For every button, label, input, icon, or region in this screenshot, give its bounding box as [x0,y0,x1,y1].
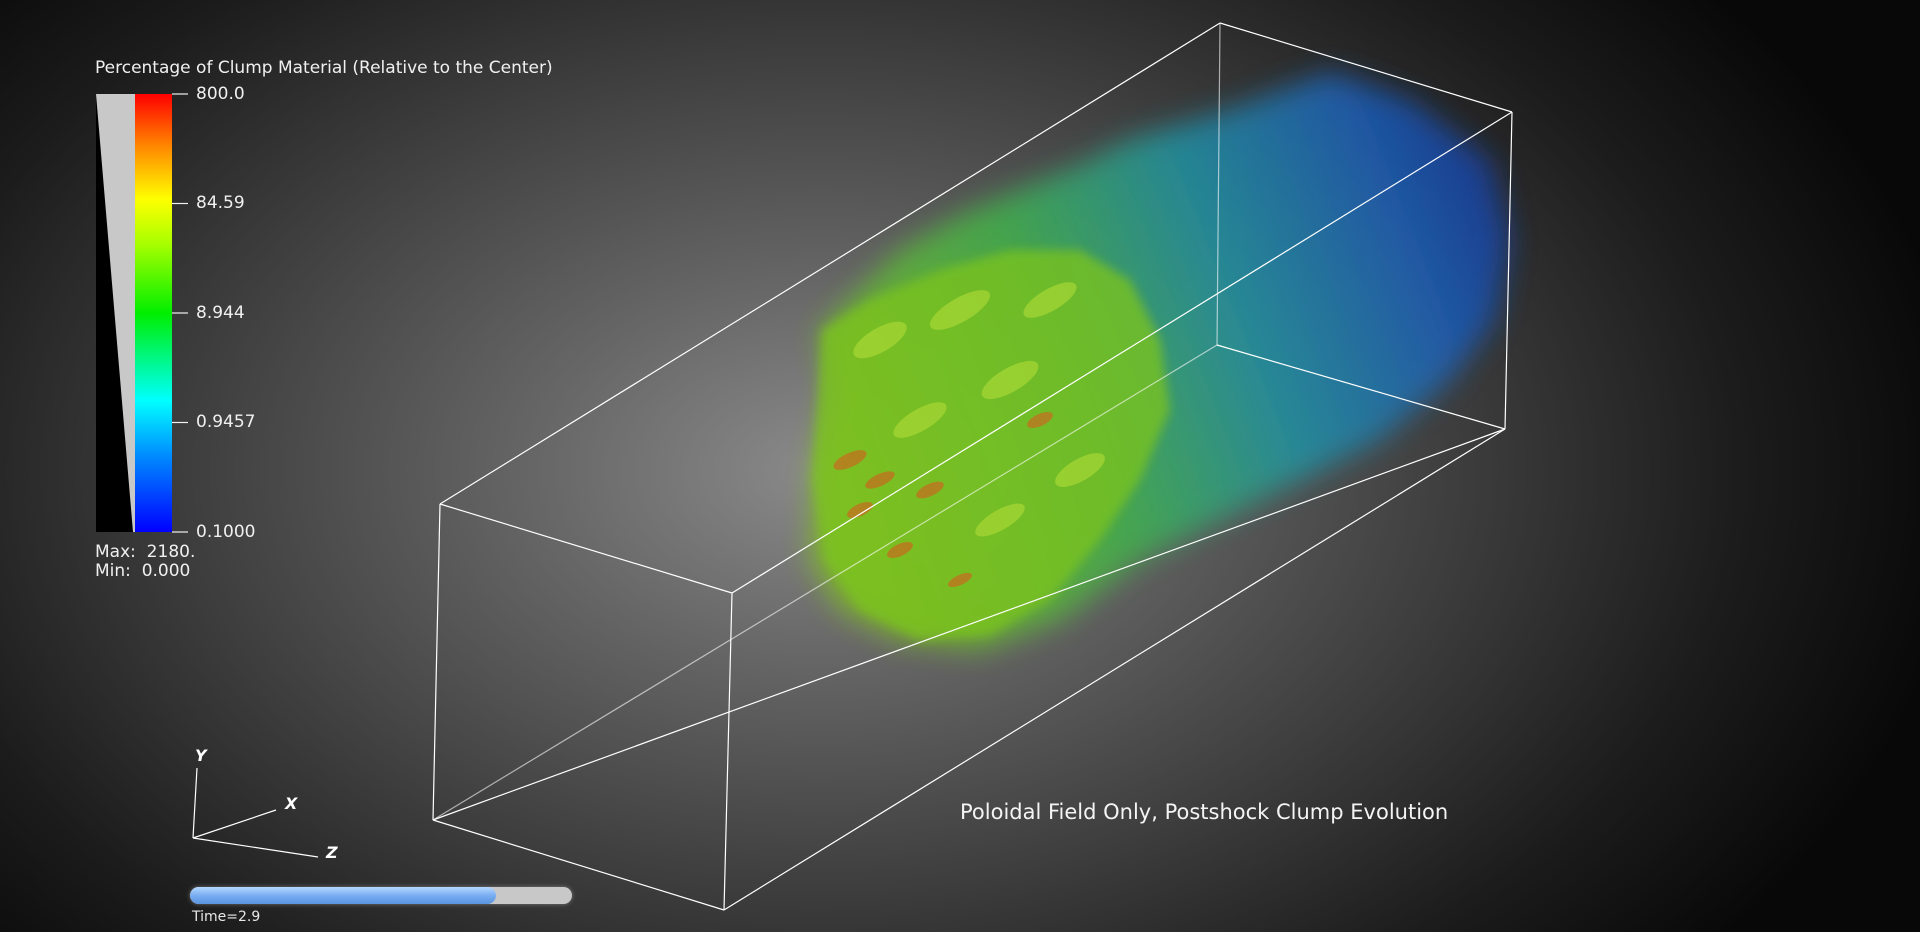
x-axis-label: X [285,794,298,813]
legend-tick-label: 84.59 [196,193,245,213]
scene-caption: Poloidal Field Only, Postshock Clump Evo… [960,800,1449,824]
time-progress-bar[interactable] [190,887,572,904]
legend-max-label: Max: 2180. [95,542,196,562]
y-axis-line [192,767,198,839]
orientation-axes [192,767,319,858]
legend-title: Percentage of Clump Material (Relative t… [95,58,553,78]
legend-tick-marks [172,93,188,533]
clump-volume [810,72,1510,650]
colormap-bar [135,94,172,532]
render-viewport[interactable]: Percentage of Clump Material (Relative t… [0,0,1920,932]
z-axis-label: Z [326,843,338,862]
legend-tick-label: 0.1000 [196,522,256,542]
scene-canvas[interactable] [0,0,1920,932]
clump-core [812,250,1170,640]
time-progress-fill [190,887,496,904]
legend-min-label: Min: 0.000 [95,561,191,581]
y-axis-label: Y [195,746,207,765]
x-axis-line [192,809,277,839]
legend-tick-label: 0.9457 [196,412,256,432]
color-legend [96,93,188,533]
legend-tick-label: 8.944 [196,303,245,323]
time-label: Time=2.9 [192,909,261,925]
z-axis-line [192,837,319,858]
legend-tick-label: 800.0 [196,84,245,104]
